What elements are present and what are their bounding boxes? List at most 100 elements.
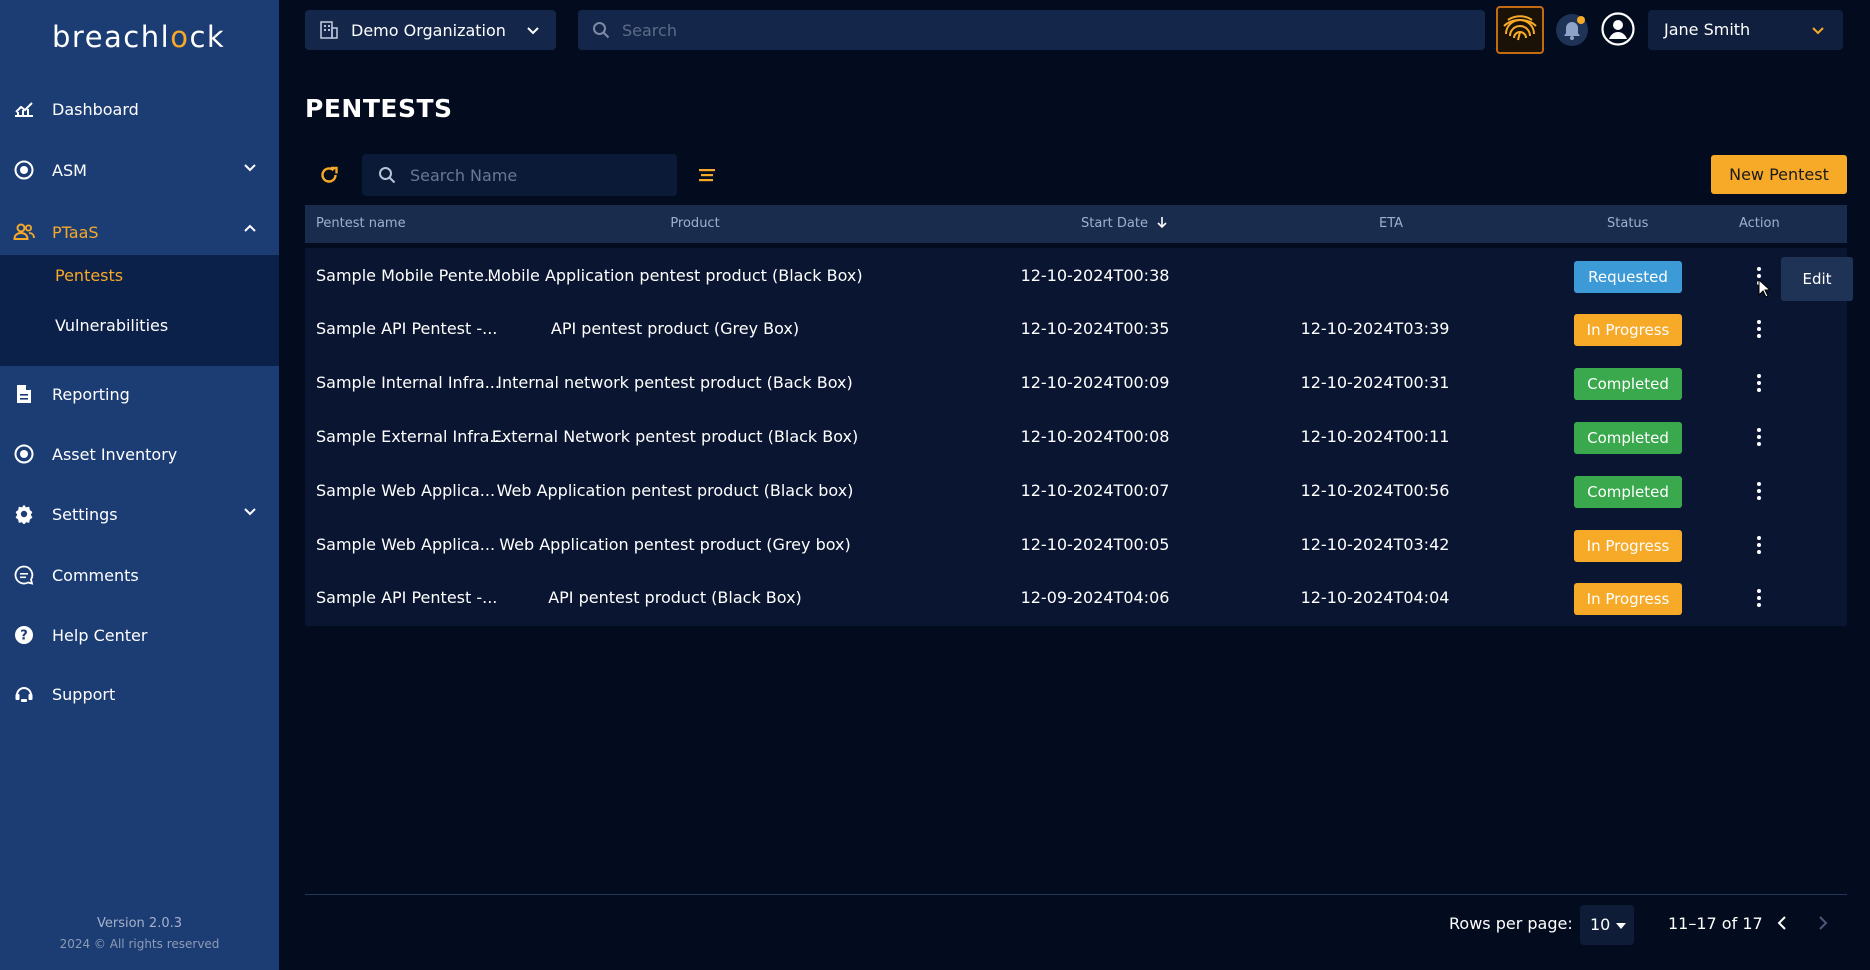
column-header-eta[interactable]: ETA [1379,216,1403,231]
ptaas-submenu: Pentests Vulnerabilities [0,255,279,366]
arrow-down-icon [1157,217,1167,229]
sidebar-item-label: Support [52,684,116,704]
product-name: Web Application pentest product (Grey bo… [499,535,851,554]
eta: 12-10-2024T04:04 [1300,588,1450,607]
eta [1275,248,1475,304]
fingerprint-logo-icon[interactable] [1496,6,1544,54]
start-date: 12-10-2024T00:07 [1020,481,1170,500]
more-vertical-icon[interactable] [1749,533,1769,557]
more-vertical-icon[interactable] [1749,425,1769,449]
product-name: API pentest product (Grey Box) [550,319,800,338]
table-row[interactable]: Sample API Pentest -... API pentest produ… [305,570,1847,626]
edit-menu-item[interactable]: Edit [1781,257,1853,301]
organization-name: Demo Organization [351,20,506,40]
column-header-status[interactable]: Status [1607,216,1648,231]
logo-text-o: o [170,20,190,54]
column-header-action: Action [1739,216,1780,231]
sidebar-item-help-center[interactable]: ? Help Center [0,611,279,659]
start-date: 12-10-2024T00:38 [1020,266,1170,285]
rows-per-page-select[interactable]: 10 [1580,905,1634,945]
more-vertical-icon[interactable] [1749,317,1769,341]
new-pentest-button[interactable]: New Pentest [1711,155,1847,194]
copyright: 2024 © All rights reserved [59,937,220,951]
more-vertical-icon[interactable] [1749,586,1769,610]
table-row[interactable]: Sample External Infra... External Network… [305,409,1847,465]
user-menu[interactable]: Jane Smith [1648,10,1843,50]
table-row[interactable]: Sample Web Applica... Web Application pen… [305,463,1847,519]
sidebar-item-label: Comments [52,565,139,585]
pagination-range: 11–17 of 17 [1668,914,1763,933]
sidebar-item-dashboard[interactable]: Dashboard [0,85,279,133]
sidebar-item-label: Reporting [52,384,130,404]
status-badge: In Progress [1574,583,1682,615]
eta: 12-10-2024T00:11 [1300,427,1450,446]
sidebar-item-asset-inventory[interactable]: Asset Inventory [0,430,279,478]
eta: 12-10-2024T03:42 [1300,535,1450,554]
sidebar-item-label: Settings [52,504,118,524]
mouse-cursor-icon [1758,279,1772,298]
avatar[interactable] [1601,12,1635,46]
table-row[interactable]: Sample Internal Infra... Internal network… [305,355,1847,411]
global-search [578,10,1485,50]
table-row[interactable]: Sample Mobile Pente... Mobile Application… [305,248,1847,304]
building-icon [320,21,338,39]
organization-select[interactable]: Demo Organization [305,10,556,50]
start-date: 12-10-2024T00:35 [1020,319,1170,338]
start-date: 12-09-2024T04:06 [1020,588,1170,607]
status-badge: In Progress [1574,530,1682,562]
search-icon [593,22,610,39]
brand-logo[interactable]: breachlock [52,20,225,54]
support-icon [13,683,35,705]
notifications-button[interactable] [1556,14,1588,46]
sidebar-item-label: Asset Inventory [52,444,178,464]
chart-line-icon [13,98,35,120]
refresh-icon[interactable] [318,164,340,186]
start-date: 12-10-2024T00:09 [1020,373,1170,392]
filter-icon[interactable] [697,165,717,185]
search-icon [379,167,396,184]
column-header-start-date[interactable]: Start Date [1081,216,1168,231]
sidebar-subitem-vulnerabilities[interactable]: Vulnerabilities [55,316,168,335]
svg-text:?: ? [20,629,28,644]
chevron-down-icon[interactable] [243,504,257,518]
eta: 12-10-2024T03:39 [1300,319,1450,338]
table-row[interactable]: Sample Web Applica... Web Application pen… [305,517,1847,573]
sidebar-item-label: Dashboard [52,99,139,119]
product-name: External Network pentest product (Black … [491,427,859,446]
more-vertical-icon[interactable] [1749,371,1769,395]
user-name: Jane Smith [1664,20,1751,39]
target-icon [13,159,35,181]
chevron-down-icon [527,27,539,35]
global-search-input[interactable] [622,10,1462,50]
chevron-down-icon[interactable] [243,160,257,174]
status-badge: Completed [1574,422,1682,454]
chevron-down-icon [1812,27,1824,35]
sidebar-subitem-pentests[interactable]: Pentests [55,266,123,285]
status-badge: In Progress [1574,314,1682,346]
sidebar-item-support[interactable]: Support [0,670,279,718]
status-badge: Completed [1574,476,1682,508]
eta: 12-10-2024T00:31 [1300,373,1450,392]
eta: 12-10-2024T00:56 [1300,481,1450,500]
users-icon [13,221,35,243]
start-date: 12-10-2024T00:08 [1020,427,1170,446]
sidebar-item-reporting[interactable]: Reporting [0,370,279,418]
column-header-start-date-label: Start Date [1081,216,1148,231]
caret-down-icon [1616,923,1626,929]
sidebar: breachlock Dashboard ASM PTaaS Pentests … [0,0,279,970]
more-vertical-icon[interactable] [1749,479,1769,503]
product-name: Internal network pentest product (Back B… [497,373,853,392]
rows-per-page-label: Rows per page: [1449,914,1573,933]
chevron-right-icon[interactable] [1815,914,1831,932]
start-date: 12-10-2024T00:05 [1020,535,1170,554]
app-version: Version 2.0.3 [96,916,182,931]
sidebar-item-comments[interactable]: Comments [0,551,279,599]
product-name: Mobile Application pentest product (Blac… [487,266,863,285]
sidebar-item-asm[interactable]: ASM [0,146,279,194]
gear-icon [13,503,35,525]
rows-per-page-value: 10 [1590,915,1611,934]
sidebar-item-settings[interactable]: Settings [0,490,279,538]
chevron-left-icon[interactable] [1774,914,1790,932]
name-search-input[interactable] [410,154,665,196]
table-row[interactable]: Sample API Pentest -... API pentest produ… [305,301,1847,357]
